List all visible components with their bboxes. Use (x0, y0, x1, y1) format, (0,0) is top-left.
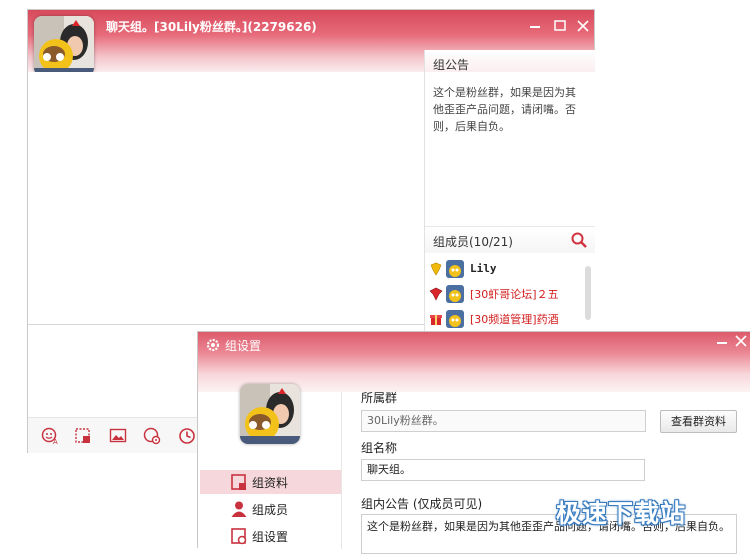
member-avatar (446, 309, 464, 328)
close-icon (735, 335, 747, 347)
minimize-button[interactable] (528, 19, 542, 33)
member-name: Lily (470, 262, 497, 275)
member-list: Lily [30虾哥论坛]２五 [30频道管理]药酒 (429, 256, 579, 331)
minimize-icon (530, 26, 540, 28)
group-members-icon (231, 501, 247, 517)
gift-rank-icon (430, 314, 442, 325)
site-watermark: 极速下载站 (556, 499, 687, 528)
message-history-area[interactable] (28, 72, 424, 324)
chat-window-title: 聊天组。[30Lily粉丝群。](2279626) (106, 20, 317, 34)
parent-group-label: 所属群 (361, 391, 398, 405)
history-button[interactable] (178, 427, 196, 445)
svg-text:A: A (53, 439, 58, 445)
gear-icon (206, 338, 220, 352)
view-group-profile-button[interactable]: 查看群资料 (660, 410, 737, 433)
nav-group-members[interactable]: 组成员 (200, 497, 341, 521)
group-notice-label: 组内公告 (仅成员可见) (361, 497, 483, 511)
group-settings-icon (231, 528, 247, 545)
parent-group-field: 30Lily粉丝群。 (361, 410, 646, 432)
settings-title: 组设置 (225, 339, 262, 353)
maximize-button[interactable] (553, 19, 567, 33)
minimize-icon (717, 342, 727, 344)
settings-titlebar[interactable]: 组设置 (198, 332, 750, 392)
nav-label: 组成员 (252, 502, 289, 517)
nav-label: 组资料 (252, 475, 289, 490)
group-avatar[interactable] (34, 16, 94, 76)
group-name-label: 组名称 (361, 441, 398, 455)
settings-close-button[interactable] (734, 334, 748, 352)
group-name-input[interactable]: 聊天组。 (361, 459, 645, 481)
emoji-font-icon: A (41, 427, 58, 446)
settings-face-icon (143, 427, 161, 445)
notice-text: 这个是粉丝群，如果是因为其他歪歪产品问题，请闭嘴。否则，后果自负。 (433, 86, 576, 133)
image-button[interactable] (109, 427, 127, 445)
maximize-icon (554, 20, 566, 31)
red-rank-icon (429, 287, 443, 301)
member-avatar (446, 259, 464, 278)
members-heading: 组成员(10/21) (433, 235, 513, 249)
close-button[interactable] (576, 19, 590, 33)
notice-heading: 组公告 (433, 58, 470, 72)
members-header: 组成员(10/21) (425, 226, 595, 253)
member-name: [30频道管理]药酒 (470, 312, 559, 326)
nav-group-settings[interactable]: 组设置 (200, 524, 341, 548)
member-name: [30虾哥论坛]２五 (470, 287, 559, 301)
history-clock-icon (179, 428, 195, 444)
search-icon (571, 232, 587, 248)
member-list-scrollbar[interactable] (585, 266, 591, 320)
face-settings-button[interactable] (143, 427, 161, 445)
settings-minimize-button[interactable] (716, 336, 728, 351)
yellow-rank-icon (430, 262, 442, 276)
member-row[interactable]: Lily (429, 256, 579, 281)
member-row[interactable]: [30虾哥论坛]２五 (429, 281, 579, 306)
screenshot-button[interactable] (74, 427, 92, 445)
member-row[interactable]: [30频道管理]药酒 (429, 306, 579, 331)
image-icon (109, 428, 127, 443)
screenshot-icon (75, 428, 90, 443)
member-search-button[interactable] (571, 232, 587, 248)
nav-group-info[interactable]: 组资料 (200, 470, 341, 494)
close-icon (577, 20, 589, 32)
member-avatar (446, 284, 464, 303)
group-info-icon (231, 474, 246, 490)
nav-label: 组设置 (252, 529, 289, 544)
emoji-button[interactable]: A (41, 427, 59, 446)
